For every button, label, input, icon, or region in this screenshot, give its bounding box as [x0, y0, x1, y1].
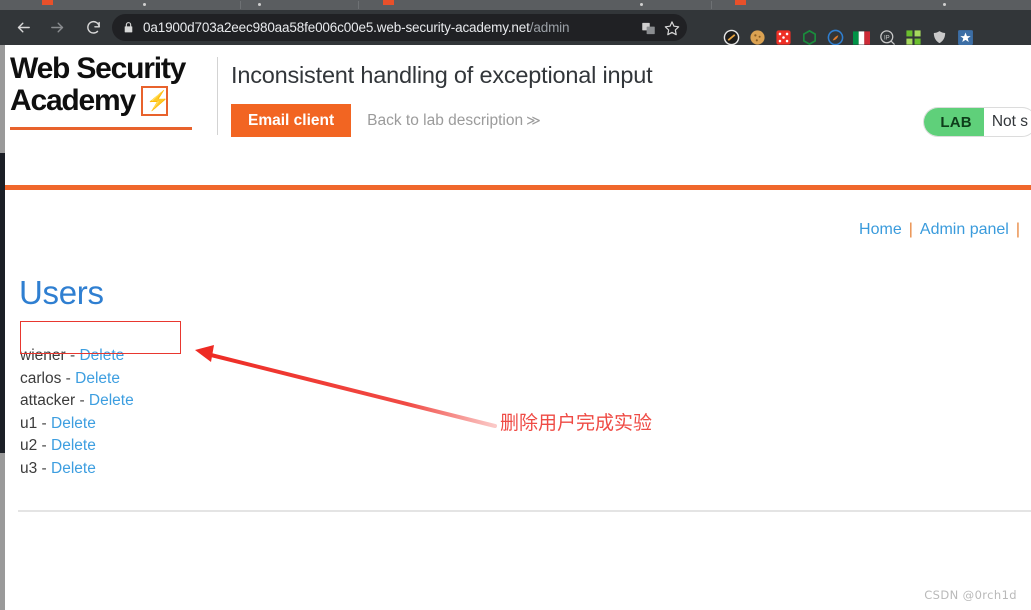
lab-header: Web Security Academy Inconsistent handli… [5, 45, 1031, 142]
delete-user-link[interactable]: Delete [51, 437, 96, 454]
noscript-icon[interactable] [722, 29, 740, 47]
lab-status-widget[interactable]: LAB Not s [923, 107, 1031, 137]
nav-link-home[interactable]: Home [859, 221, 902, 238]
user-name: u1 [20, 414, 38, 432]
lab-status-text: Not s [991, 113, 1028, 130]
italy-flag-icon[interactable] [852, 29, 870, 47]
content-divider [18, 510, 1031, 512]
url-path: /admin [529, 20, 570, 35]
user-name: wiener [20, 347, 66, 364]
dice-icon[interactable] [774, 29, 792, 47]
tab-separator [711, 1, 712, 9]
tab-favicon [42, 0, 53, 5]
delete-user-link[interactable]: Delete [51, 415, 96, 432]
email-client-button[interactable]: Email client [231, 104, 352, 138]
user-dash: - [37, 437, 52, 454]
users-heading: Users [19, 274, 104, 311]
header-actions: Email client Back to lab description ≫ [231, 104, 541, 138]
nav-separator-trailing: | [1015, 221, 1020, 238]
user-dash: - [37, 414, 52, 432]
user-dash: - [75, 392, 89, 409]
browser-toolbar: 0a1900d703a2eec980aa58fe006c00e5.web-sec… [0, 10, 1031, 47]
qr-grid-icon[interactable] [904, 29, 922, 47]
tab-loading-dot [640, 3, 643, 6]
logo-line-2-text: Academy [10, 84, 136, 117]
delete-user-link[interactable]: Delete [75, 370, 120, 387]
user-dash: - [37, 459, 52, 477]
back-arrow-icon[interactable] [8, 13, 38, 43]
list-item: carlos - Delete [20, 368, 134, 391]
lightning-bolt-icon [141, 86, 168, 117]
user-name: carlos [20, 369, 62, 387]
list-item: attacker - Delete [20, 390, 134, 413]
cookie-icon[interactable] [748, 29, 766, 47]
hexagon-icon[interactable] [800, 29, 818, 47]
browser-chrome: 0a1900d703a2eec980aa58fe006c00e5.web-sec… [0, 0, 1031, 47]
logo-line-2: Academy [10, 84, 210, 118]
list-item: u3 - Delete [20, 458, 134, 481]
nav-separator: | [908, 221, 913, 238]
back-link-label: Back to lab description [367, 111, 524, 129]
user-list: wiener - Delete carlos - Delete attacker… [20, 345, 134, 480]
page-title: Inconsistent handling of exceptional inp… [231, 62, 653, 88]
omnibox-actions [637, 17, 683, 39]
forward-arrow-icon[interactable] [42, 13, 72, 43]
list-item: wiener - Delete [20, 345, 134, 368]
page-viewport: Web Security Academy Inconsistent handli… [0, 45, 1031, 610]
user-name: u3 [20, 459, 38, 477]
browser-tabstrip[interactable] [0, 0, 1031, 10]
tab-loading-dot [258, 3, 261, 6]
list-item: u2 - Delete [20, 435, 134, 458]
delete-user-link[interactable]: Delete [51, 460, 96, 477]
tab-separator [358, 1, 359, 9]
tab-favicon [735, 0, 746, 5]
tab-loading-dot [143, 3, 146, 6]
bookmark-star-icon[interactable] [661, 17, 683, 39]
user-dash: - [61, 369, 76, 387]
status-badge: LAB [924, 108, 984, 136]
user-name: u2 [20, 437, 38, 454]
url-host: 0a1900d703a2eec980aa58fe006c00e5.web-sec… [143, 20, 530, 35]
reload-icon[interactable] [78, 13, 108, 43]
breadcrumb: Home | Admin panel | [859, 221, 1027, 239]
tab-favicon [383, 0, 394, 5]
lock-icon [122, 21, 135, 34]
user-name: attacker [20, 392, 76, 409]
back-to-lab-description-link[interactable]: Back to lab description ≫ [367, 112, 541, 130]
lab-content: Home | Admin panel | Users wiener - Delete … [5, 190, 1031, 610]
nav-link-admin-panel[interactable]: Admin panel [920, 221, 1009, 238]
list-item: u1 - Delete [20, 413, 134, 436]
watermark: CSDN @0rch1d [924, 588, 1017, 602]
svg-text:IP: IP [883, 35, 889, 41]
address-bar-url: 0a1900d703a2eec980aa58fe006c00e5.web-sec… [143, 20, 569, 35]
shield-icon[interactable] [930, 29, 948, 47]
tab-loading-dot [943, 3, 946, 6]
ip-lookup-icon[interactable]: IP [878, 29, 896, 47]
chevron-double-right-icon: ≫ [526, 111, 541, 128]
tab-separator [240, 1, 241, 9]
address-bar[interactable]: 0a1900d703a2eec980aa58fe006c00e5.web-sec… [112, 14, 687, 41]
user-dash: - [65, 347, 80, 364]
logo-line-1: Web Security [10, 52, 186, 85]
translate-icon[interactable] [637, 17, 659, 39]
logo-underline [10, 127, 192, 130]
header-divider [217, 57, 218, 135]
brush-circle-icon[interactable] [826, 29, 844, 47]
blue-star-icon[interactable] [956, 29, 974, 47]
delete-user-link[interactable]: Delete [89, 392, 134, 409]
web-security-academy-logo[interactable]: Web Security Academy [10, 52, 210, 130]
delete-user-link[interactable]: Delete [79, 347, 124, 364]
